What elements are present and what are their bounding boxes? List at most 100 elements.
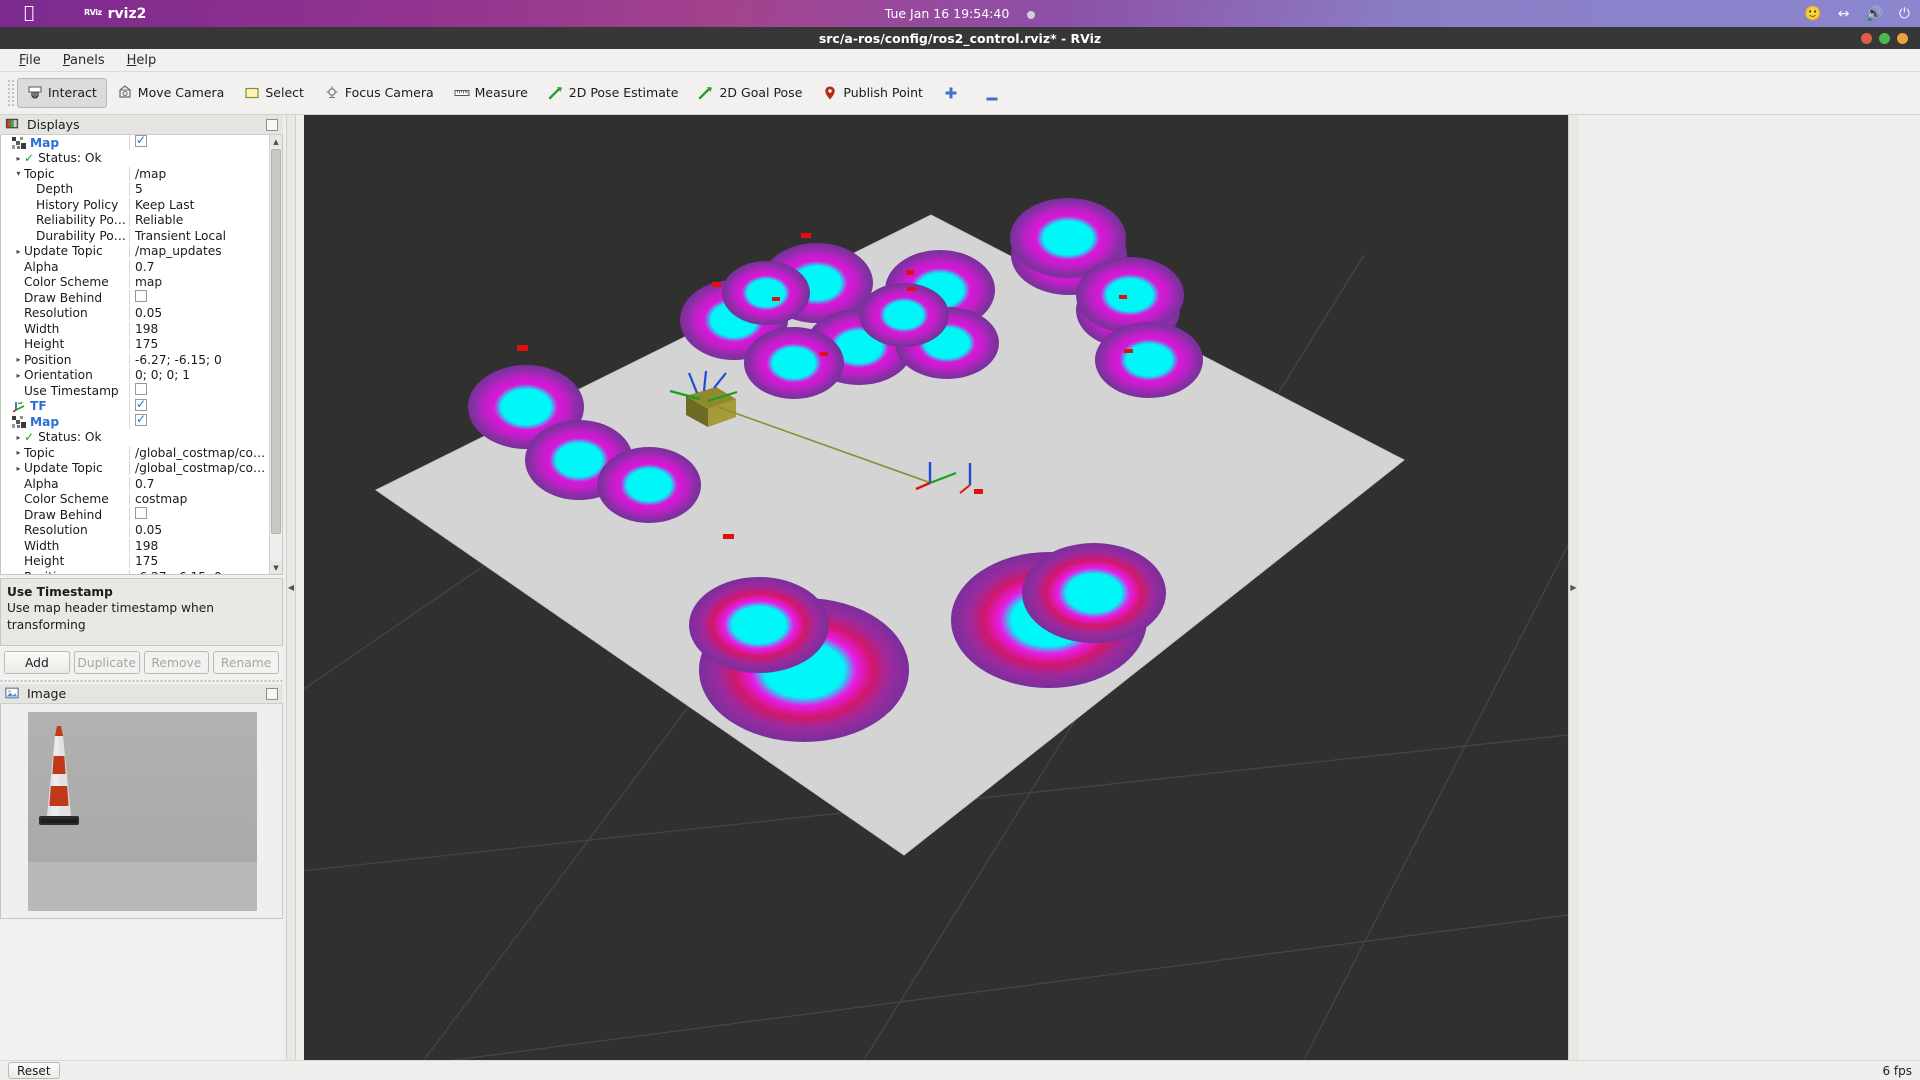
- tree-row-value-cell[interactable]: [129, 290, 269, 305]
- menu-file[interactable]: File: [8, 51, 52, 70]
- chevron-right-icon[interactable]: [13, 355, 24, 364]
- tree-row[interactable]: Use Timestamp: [1, 383, 269, 399]
- chevron-right-icon[interactable]: [13, 371, 24, 380]
- tree-row-value-cell[interactable]: map: [129, 275, 269, 289]
- smiley-icon[interactable]: 🙂: [1804, 6, 1821, 22]
- active-app-name[interactable]: rviz2: [108, 6, 147, 22]
- scrollbar-thumb[interactable]: [271, 149, 281, 534]
- tree-row-value-cell[interactable]: 198: [129, 539, 269, 553]
- tree-row[interactable]: Position-6.27; -6.15; 0: [1, 569, 269, 574]
- tool-2d-goal-pose[interactable]: 2D Goal Pose: [688, 78, 812, 108]
- minimize-window-button[interactable]: [1897, 33, 1908, 44]
- tree-row-value-cell[interactable]: 0.05: [129, 306, 269, 320]
- displays-float-button[interactable]: [266, 119, 278, 131]
- enable-checkbox[interactable]: [135, 290, 147, 302]
- add-display-button[interactable]: Add: [4, 651, 70, 674]
- chevron-right-icon[interactable]: [13, 154, 24, 163]
- tree-row[interactable]: Depth5: [1, 182, 269, 198]
- toolbar-drag-handle[interactable]: [6, 80, 14, 106]
- apple-logo-icon[interactable]: : [14, 5, 44, 22]
- tree-row[interactable]: ✓Status: Ok: [1, 151, 269, 167]
- tool-publish-point[interactable]: Publish Point: [812, 78, 933, 108]
- close-window-button[interactable]: [1861, 33, 1872, 44]
- tree-row[interactable]: Topic/global_costmap/cost…: [1, 445, 269, 461]
- tree-row-value-cell[interactable]: -6.27; -6.15; 0: [129, 570, 269, 574]
- tree-row[interactable]: Width198: [1, 538, 269, 554]
- tree-row[interactable]: Resolution0.05: [1, 523, 269, 539]
- reset-button[interactable]: Reset: [8, 1062, 60, 1079]
- tree-row[interactable]: TF: [1, 399, 269, 415]
- left-dock-collapse-handle[interactable]: ◀: [286, 115, 296, 1060]
- tree-row-value-cell[interactable]: 175: [129, 554, 269, 568]
- tree-row[interactable]: Topic/map: [1, 166, 269, 182]
- enable-checkbox[interactable]: [135, 135, 147, 147]
- tree-row-value-cell[interactable]: costmap: [129, 492, 269, 506]
- enable-checkbox[interactable]: [135, 507, 147, 519]
- displays-tree-scrollbar[interactable]: ▲ ▼: [269, 135, 282, 574]
- tree-row[interactable]: Orientation0; 0; 0; 1: [1, 368, 269, 384]
- tree-row[interactable]: Height175: [1, 554, 269, 570]
- maximize-window-button[interactable]: [1879, 33, 1890, 44]
- tree-row[interactable]: Color Schememap: [1, 275, 269, 291]
- tree-row-value-cell[interactable]: /map: [129, 167, 269, 181]
- scroll-down-icon[interactable]: ▼: [270, 561, 282, 574]
- tree-row[interactable]: Draw Behind: [1, 290, 269, 306]
- system-clock[interactable]: Tue Jan 16 19:54:40: [885, 6, 1010, 21]
- right-dock-collapse-handle[interactable]: ▶: [1568, 115, 1578, 1060]
- enable-checkbox[interactable]: [135, 414, 147, 426]
- tree-row[interactable]: Durability Po…Transient Local: [1, 228, 269, 244]
- 3d-render-view[interactable]: [304, 115, 1568, 1060]
- displays-tree[interactable]: Map✓Status: OkTopic/mapDepth5History Pol…: [0, 135, 283, 575]
- scroll-up-icon[interactable]: ▲: [270, 135, 282, 148]
- tree-row[interactable]: Update Topic/global_costmap/cost…: [1, 461, 269, 477]
- tree-row[interactable]: Resolution0.05: [1, 306, 269, 322]
- tool-move-camera[interactable]: Move Camera: [107, 78, 235, 108]
- tree-row-value-cell[interactable]: [129, 399, 269, 414]
- tree-row-value-cell[interactable]: 0.7: [129, 477, 269, 491]
- tool-remove-minus[interactable]: [974, 84, 1015, 114]
- tree-row[interactable]: Color Schemecostmap: [1, 492, 269, 508]
- tree-row-value-cell[interactable]: /global_costmap/cost…: [129, 446, 269, 460]
- tree-row-value-cell[interactable]: 0.05: [129, 523, 269, 537]
- chevron-right-icon[interactable]: [13, 464, 24, 473]
- image-view[interactable]: [0, 704, 283, 919]
- chevron-down-icon[interactable]: [13, 169, 24, 178]
- menu-help[interactable]: Help: [116, 51, 168, 70]
- network-icon[interactable]: ↔: [1838, 6, 1850, 22]
- rename-display-button[interactable]: Rename: [213, 651, 279, 674]
- tool-select[interactable]: Select: [234, 78, 314, 108]
- chevron-right-icon[interactable]: [13, 448, 24, 457]
- tree-row[interactable]: Map: [1, 135, 269, 151]
- tree-row-value-cell[interactable]: [129, 507, 269, 522]
- tree-row-value-cell[interactable]: [129, 135, 269, 150]
- tree-row-value-cell[interactable]: /global_costmap/cost…: [129, 461, 269, 475]
- volume-icon[interactable]: 🔊: [1865, 6, 1882, 22]
- tree-row[interactable]: Alpha0.7: [1, 259, 269, 275]
- tree-row-value-cell[interactable]: 5: [129, 182, 269, 196]
- tree-row-value-cell[interactable]: [129, 414, 269, 429]
- tree-row-value-cell[interactable]: 198: [129, 322, 269, 336]
- menu-panels[interactable]: Panels: [52, 51, 116, 70]
- enable-checkbox[interactable]: [135, 399, 147, 411]
- tree-row-value-cell[interactable]: /map_updates: [129, 244, 269, 258]
- tree-row[interactable]: Alpha0.7: [1, 476, 269, 492]
- tool-measure[interactable]: Measure: [444, 78, 538, 108]
- tree-row[interactable]: Update Topic/map_updates: [1, 244, 269, 260]
- tree-row[interactable]: Position-6.27; -6.15; 0: [1, 352, 269, 368]
- tree-row[interactable]: ✓Status: Ok: [1, 430, 269, 446]
- tree-row-value-cell[interactable]: 175: [129, 337, 269, 351]
- chevron-right-icon[interactable]: [13, 572, 24, 574]
- tree-row[interactable]: Reliability Po…Reliable: [1, 213, 269, 229]
- chevron-right-icon[interactable]: [13, 247, 24, 256]
- power-icon[interactable]: ⏻: [1899, 6, 1910, 22]
- tree-row-value-cell[interactable]: 0.7: [129, 260, 269, 274]
- tree-row-value-cell[interactable]: Keep Last: [129, 198, 269, 212]
- tree-row-value-cell[interactable]: -6.27; -6.15; 0: [129, 353, 269, 367]
- chevron-right-icon[interactable]: [13, 433, 24, 442]
- tool-focus-camera[interactable]: Focus Camera: [314, 78, 444, 108]
- tool-2d-pose-estimate[interactable]: 2D Pose Estimate: [538, 78, 689, 108]
- tree-row[interactable]: Map: [1, 414, 269, 430]
- image-float-button[interactable]: [266, 688, 278, 700]
- remove-display-button[interactable]: Remove: [144, 651, 210, 674]
- enable-checkbox[interactable]: [135, 383, 147, 395]
